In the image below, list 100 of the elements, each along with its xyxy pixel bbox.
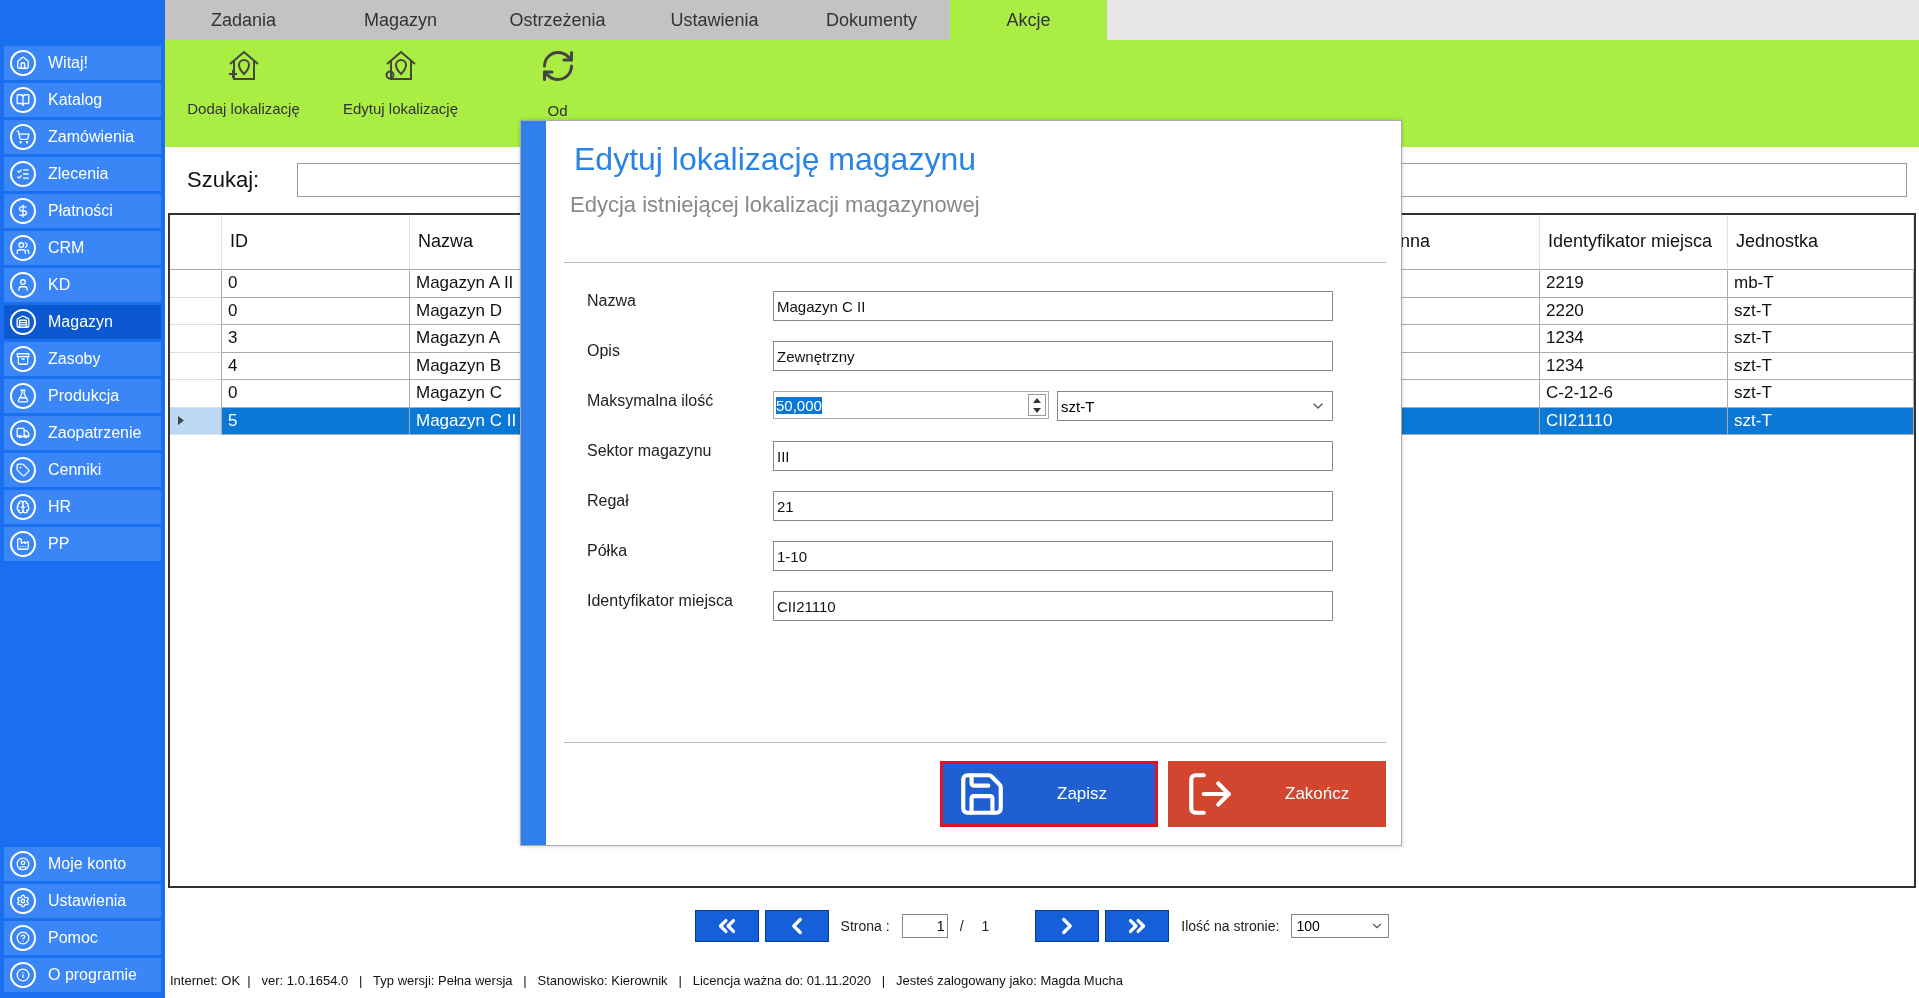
table-cell: szt-T	[1728, 297, 1914, 325]
sidebar-item[interactable]: Witaj!	[4, 46, 161, 80]
row-header[interactable]	[170, 297, 222, 325]
page-field[interactable]: 1	[901, 913, 948, 938]
page-separator: /	[959, 917, 964, 934]
archive-icon	[10, 346, 36, 372]
table-cell: szt-T	[1728, 325, 1914, 353]
spinner-icon[interactable]	[1028, 394, 1046, 416]
table-cell: 0	[222, 270, 410, 298]
table-cell: 2219	[1540, 270, 1728, 298]
input-field[interactable]: 1-10	[773, 541, 1333, 571]
tab[interactable]: Magazyn	[322, 0, 479, 40]
row-header[interactable]	[170, 407, 222, 435]
per-page-label: Ilość na stronie:	[1181, 917, 1280, 934]
toolbar-button[interactable]: Dodaj lokalizację	[187, 100, 300, 117]
sidebar-item[interactable]: Ustawienia	[4, 884, 161, 918]
table-cell: C-2-12-6	[1540, 380, 1728, 408]
truck-icon	[10, 420, 36, 446]
table-cell: szt-T	[1728, 352, 1914, 380]
sidebar-item[interactable]: Moje konto	[4, 847, 161, 881]
home-icon	[10, 50, 36, 76]
sidebar-item[interactable]: Płatności	[4, 194, 161, 228]
first-page-button[interactable]	[694, 909, 759, 942]
table-cell: 2220	[1540, 297, 1728, 325]
input-field[interactable]: CII21110	[773, 591, 1333, 621]
table-cell: szt-T	[1728, 407, 1914, 435]
table-cell: 0	[222, 380, 410, 408]
info-icon	[10, 962, 36, 988]
exit-button[interactable]: Zakończ	[1168, 761, 1386, 827]
next-page-button[interactable]	[1035, 909, 1100, 942]
field-label: Identyfikator miejsca	[587, 591, 734, 610]
field-label: Regał	[587, 491, 630, 510]
page-label: Strona :	[840, 917, 890, 934]
sidebar-item[interactable]: KD	[4, 268, 161, 302]
save-button[interactable]: Zapisz	[940, 761, 1158, 827]
user-icon	[10, 851, 36, 877]
dialog-title: Edytuj lokalizację magazynu	[574, 141, 977, 178]
unit-select[interactable]: szt-T	[1057, 391, 1333, 421]
input-field[interactable]: Zewnętrzny	[773, 341, 1333, 371]
status-text: Internet: OK | ver: 1.0.1654.0 | Typ wersji: Pełna wersja | Stanowisko: Kierownik | Licencja ważna do: 01.11.2020 | Jesteś zalogowany jako: Magda Mucha	[169, 971, 1124, 990]
sidebar-item[interactable]: Zasoby	[4, 342, 161, 376]
row-header[interactable]	[170, 352, 222, 380]
field-label: Sektor magazynu	[587, 441, 713, 460]
input-field[interactable]: Magazyn C II	[773, 291, 1333, 321]
row-header[interactable]	[170, 270, 222, 298]
field-label: Maksymalna ilość	[587, 391, 715, 410]
table-cell: 3	[222, 325, 410, 353]
number-value: 50,000	[776, 396, 822, 414]
tab[interactable]: Ostrzeżenia	[479, 0, 636, 40]
help-icon	[10, 925, 36, 951]
toolbar-button[interactable]: Od	[547, 102, 568, 119]
list-icon	[10, 161, 36, 187]
sidebar-item[interactable]: Zlecenia	[4, 157, 161, 191]
sidebar-item[interactable]: CRM	[4, 231, 161, 265]
table-cell: 1234	[1540, 325, 1728, 353]
dollar-icon	[10, 198, 36, 224]
brain-icon	[10, 494, 36, 520]
sidebar-item[interactable]: HR	[4, 490, 161, 524]
tab[interactable]: Akcje	[950, 0, 1107, 40]
sidebar-item[interactable]: Zamówienia	[4, 120, 161, 154]
last-page-button[interactable]	[1105, 909, 1170, 942]
person-icon	[10, 272, 36, 298]
sidebar-item[interactable]: Produkcja	[4, 379, 161, 413]
dialog-subtitle: Edycja istniejącej lokalizacji magazynowej	[570, 192, 981, 218]
sidebar-item[interactable]: O programie	[4, 958, 161, 992]
book-icon	[10, 87, 36, 113]
tag-icon	[10, 457, 36, 483]
sidebar-item[interactable]: Cenniki	[4, 453, 161, 487]
table-cell: 5	[222, 407, 410, 435]
tab[interactable]: Zadania	[165, 0, 322, 40]
sidebar-item[interactable]: Magazyn	[4, 305, 161, 339]
table-cell: CII21110	[1540, 407, 1728, 435]
row-pointer-icon	[178, 416, 184, 426]
sidebar-item[interactable]: Katalog	[4, 83, 161, 117]
page-total: 1	[981, 917, 990, 934]
per-page-select[interactable]: 100	[1291, 913, 1390, 938]
table-cell: szt-T	[1728, 380, 1914, 408]
tab[interactable]: Ustawienia	[636, 0, 793, 40]
number-field[interactable]: 50,000	[773, 391, 1049, 419]
toolbar-button[interactable]: Edytuj lokalizację	[342, 100, 459, 117]
flask-icon	[10, 383, 36, 409]
factory-icon	[10, 531, 36, 557]
sidebar-item[interactable]: Zaopatrzenie	[4, 416, 161, 450]
tab[interactable]: Dokumenty	[793, 0, 950, 40]
cart-icon	[10, 124, 36, 150]
settings-icon	[10, 888, 36, 914]
table-cell: mb-T	[1728, 270, 1914, 298]
row-header[interactable]	[170, 380, 222, 408]
previous-page-button[interactable]	[764, 909, 829, 942]
input-field[interactable]: 21	[773, 491, 1333, 521]
sidebar-item[interactable]: Pomoc	[4, 921, 161, 955]
table-cell: 1234	[1540, 352, 1728, 380]
input-field[interactable]: III	[773, 441, 1333, 471]
table-cell: 4	[222, 352, 410, 380]
row-header[interactable]	[170, 325, 222, 353]
field-label: Półka	[587, 541, 629, 560]
table-cell: 0	[222, 297, 410, 325]
warehouse-icon	[10, 309, 36, 335]
sidebar-item[interactable]: PP	[4, 527, 161, 561]
people-icon	[10, 235, 36, 261]
